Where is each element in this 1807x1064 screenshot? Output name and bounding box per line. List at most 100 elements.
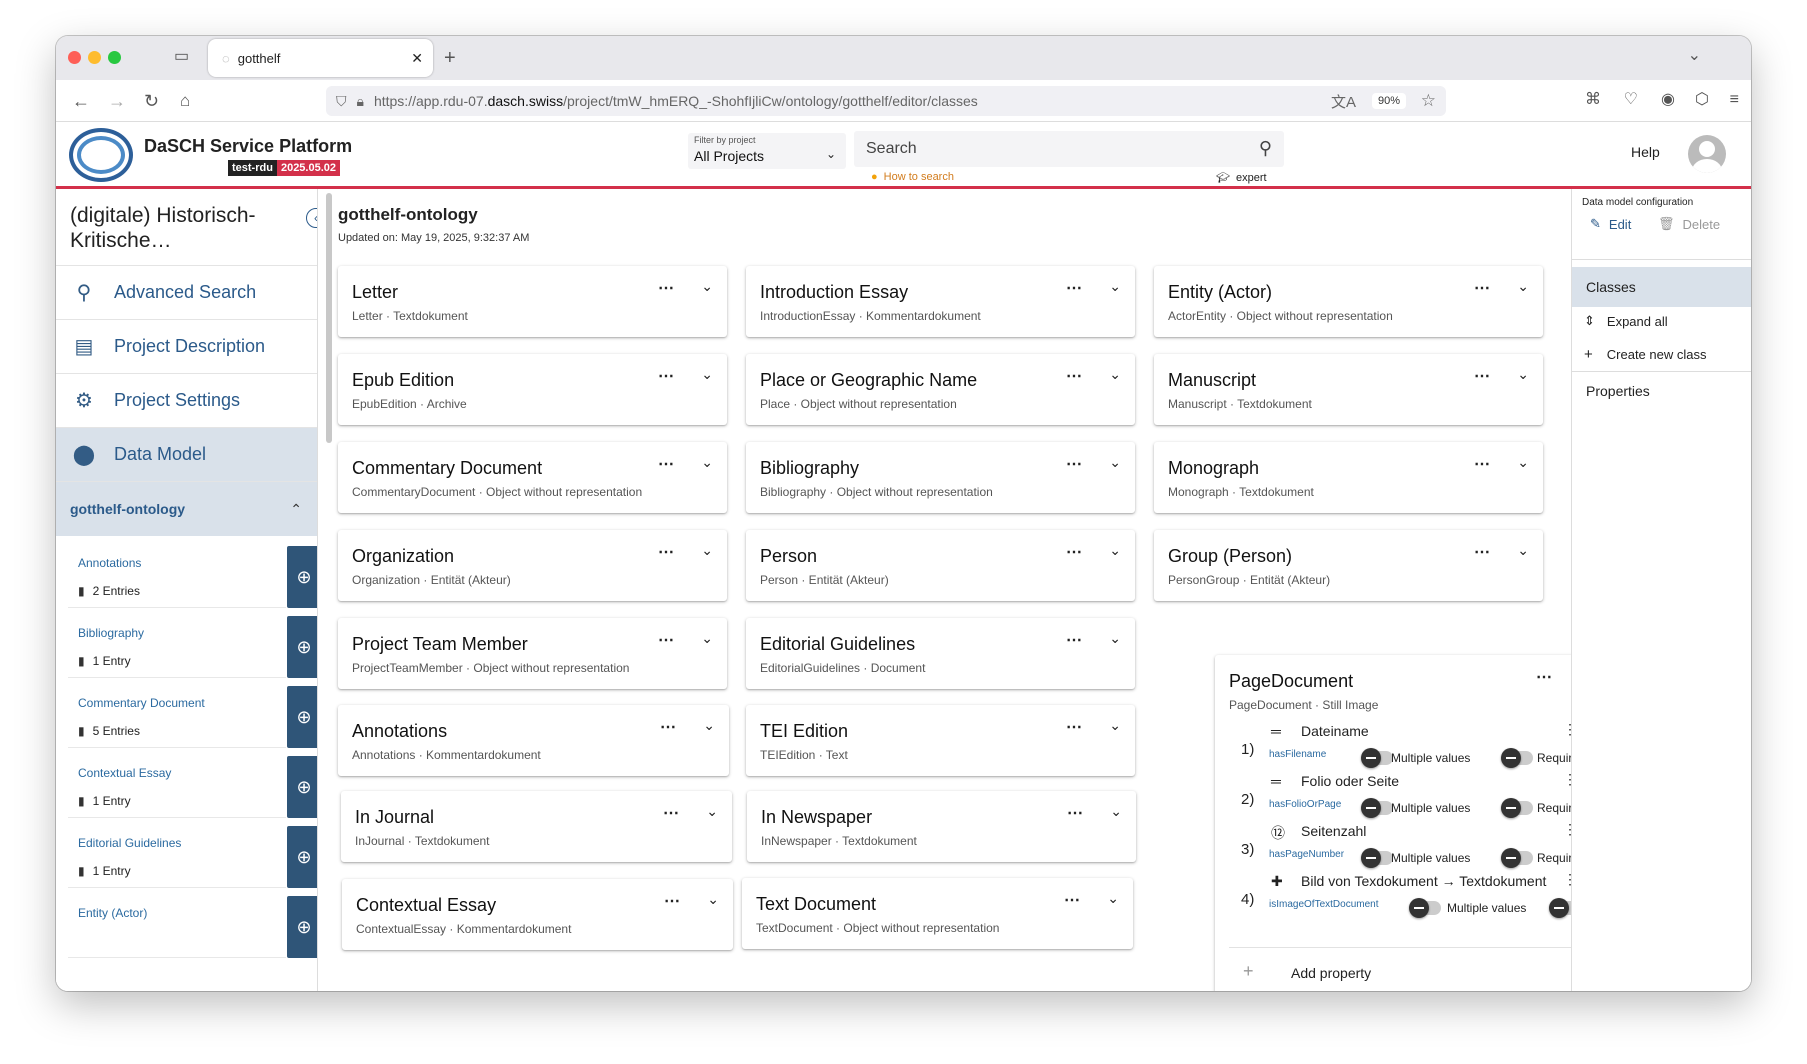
search-icon[interactable]: ⚲ — [1259, 138, 1272, 159]
dasch-logo-icon[interactable] — [69, 128, 133, 182]
class-card[interactable]: Monograph Monograph · Textdokument ⋯ ⌄ — [1154, 442, 1543, 513]
add-instance-button[interactable]: ⊕ — [287, 686, 317, 748]
class-card[interactable]: Letter Letter · Textdokument ⋯ ⌄ — [338, 266, 727, 337]
class-card[interactable]: Entity (Actor) ActorEntity · Object witho… — [1154, 266, 1543, 337]
chevron-down-icon[interactable]: ⌄ — [1109, 278, 1121, 295]
more-options-icon[interactable]: ⋯ — [658, 366, 675, 386]
ontology-group[interactable]: gotthelf-ontology ⌃ — [56, 482, 317, 536]
required-toggle[interactable] — [1501, 748, 1533, 768]
chevron-down-icon[interactable]: ⌄ — [701, 630, 713, 647]
chevron-down-icon[interactable]: ⌄ — [701, 542, 713, 559]
translate-icon[interactable]: 文A — [1331, 91, 1356, 112]
minimize-window-button[interactable] — [88, 51, 101, 64]
add-instance-button[interactable]: ⊕ — [287, 826, 317, 888]
collapse-sidebar-icon[interactable]: ‹ — [306, 208, 317, 228]
more-options-icon[interactable]: ⋯ — [664, 891, 681, 911]
chevron-down-icon[interactable]: ⌄ — [1109, 542, 1121, 559]
class-card[interactable]: Organization Organization · Entität (Akte… — [338, 530, 727, 601]
more-options-icon[interactable]: ⋯ — [1066, 278, 1083, 298]
more-options-icon[interactable]: ⋯ — [1474, 366, 1491, 386]
expert-search-link[interactable]: 🎓︎ expert — [1216, 171, 1267, 185]
entry-contextual-essay[interactable]: Contextual Essay ▮ 1 Entry ⊕ — [68, 756, 317, 818]
tab-overview-icon[interactable]: ▭ — [174, 49, 189, 65]
class-card[interactable]: Person Person · Entität (Akteur) ⋯ ⌄ — [746, 530, 1135, 601]
chevron-down-icon[interactable]: ⌄ — [1517, 366, 1529, 383]
more-options-icon[interactable]: ⋯ — [1066, 454, 1083, 474]
chevron-down-icon[interactable]: ⌄ — [701, 366, 713, 383]
nav-data-model[interactable]: ⬤ Data Model — [56, 428, 317, 482]
class-card[interactable]: Group (Person) PersonGroup · Entität (Akt… — [1154, 530, 1543, 601]
class-card[interactable]: TEI Edition TEIEdition · Text ⋯ ⌄ — [746, 705, 1135, 776]
chevron-down-icon[interactable]: ⌄ — [1107, 890, 1119, 907]
shield-icon[interactable]: ⛉ — [336, 93, 347, 110]
nav-advanced-search[interactable]: ⚲ Advanced Search — [56, 266, 317, 320]
properties-tab[interactable]: Properties — [1586, 383, 1650, 399]
class-card-pagedocument[interactable]: PageDocument PageDocument · Still Image … — [1215, 655, 1605, 991]
chevron-down-icon[interactable]: ⌄ — [707, 891, 719, 908]
class-card[interactable]: Commentary Document CommentaryDocument · … — [338, 442, 727, 513]
reload-icon[interactable]: ↻ — [144, 92, 159, 110]
menu-icon[interactable]: ≡ — [1730, 92, 1739, 108]
new-tab-icon[interactable]: + — [444, 48, 456, 68]
class-card[interactable]: Annotations Annotations · Kommentardokume… — [338, 705, 729, 776]
chevron-down-icon[interactable]: ⌄ — [1517, 454, 1529, 471]
brand-title[interactable]: DaSCH Service Platform — [144, 136, 352, 157]
chevron-down-icon[interactable]: ⌄ — [1109, 630, 1121, 647]
back-icon[interactable]: ← — [72, 92, 90, 110]
expand-all-button[interactable]: ⇕ Expand all — [1584, 313, 1668, 329]
zoom-level[interactable]: 90% — [1371, 93, 1406, 109]
bookmark-star-icon[interactable]: ☆ — [1421, 91, 1436, 111]
browser-tab[interactable]: ◌ gotthelf ✕ — [208, 39, 433, 77]
entry-bibliography[interactable]: Bibliography ▮ 1 Entry ⊕ — [68, 616, 317, 678]
more-options-icon[interactable]: ⋯ — [1067, 803, 1084, 823]
more-options-icon[interactable]: ⋯ — [658, 454, 675, 474]
add-instance-button[interactable]: ⊕ — [287, 896, 317, 958]
extension-icon[interactable]: ⌘ — [1585, 92, 1601, 108]
more-options-icon[interactable]: ⋯ — [1474, 542, 1491, 562]
class-card[interactable]: Editorial Guidelines EditorialGuidelines … — [746, 618, 1135, 689]
chevron-down-icon[interactable]: ⌄ — [701, 278, 713, 295]
entry-annotations[interactable]: Annotations ▮ 2 Entries ⊕ — [68, 546, 317, 608]
property-row[interactable]: 2) ═ Folio oder Seite ⋮ hasFolioOrPage Multip… — [1215, 771, 1586, 823]
class-card[interactable]: Introduction Essay IntroductionEssay · Ko… — [746, 266, 1135, 337]
entry-editorial-guidelines[interactable]: Editorial Guidelines ▮ 1 Entry ⊕ — [68, 826, 317, 888]
class-card[interactable]: Place or Geographic Name Place · Object w… — [746, 354, 1135, 425]
search-input[interactable]: Search ⚲ — [854, 131, 1284, 167]
property-row[interactable]: 1) ═ Dateiname ⋮ hasFilename Multiple values R… — [1215, 721, 1586, 773]
more-options-icon[interactable]: ⋯ — [1066, 630, 1083, 650]
class-card[interactable]: In Journal InJournal · Textdokument ⋯ ⌄ — [341, 791, 732, 862]
tab-list-chevron-icon[interactable]: ⌄ — [1688, 48, 1701, 64]
chevron-down-icon[interactable]: ⌄ — [1110, 803, 1122, 820]
class-card[interactable]: Manuscript Manuscript · Textdokument ⋯ ⌄ — [1154, 354, 1543, 425]
more-options-icon[interactable]: ⋯ — [1066, 366, 1083, 386]
close-tab-icon[interactable]: ✕ — [411, 50, 423, 67]
add-instance-button[interactable]: ⊕ — [287, 756, 317, 818]
more-options-icon[interactable]: ⋯ — [1066, 542, 1083, 562]
more-options-icon[interactable]: ⋯ — [660, 717, 677, 737]
chevron-down-icon[interactable]: ⌄ — [1109, 717, 1121, 734]
multiple-values-toggle[interactable] — [1361, 848, 1393, 868]
forward-icon[interactable]: → — [108, 92, 126, 110]
entry-entity-actor[interactable]: Entity (Actor) ⊕ — [68, 896, 317, 958]
project-filter-select[interactable]: Filter by project All Projects ⌄ — [688, 133, 846, 169]
class-card[interactable]: Contextual Essay ContextualEssay · Kommen… — [342, 879, 733, 950]
delete-button[interactable]: 🗑︎ Delete — [1658, 216, 1720, 232]
required-toggle[interactable] — [1501, 798, 1533, 818]
multiple-values-toggle[interactable] — [1361, 798, 1393, 818]
chevron-down-icon[interactable]: ⌄ — [1109, 454, 1121, 471]
more-options-icon[interactable]: ⋯ — [663, 803, 680, 823]
property-row[interactable]: 3) ⑫ Seitenzahl ⋮ hasPageNumber Multiple valu… — [1215, 821, 1586, 873]
nav-project-settings[interactable]: ⚙ Project Settings — [56, 374, 317, 428]
class-card[interactable]: Epub Edition EpubEdition · Archive ⋯ ⌄ — [338, 354, 727, 425]
pocket-icon[interactable]: ♡ — [1624, 92, 1638, 108]
zoom-window-button[interactable] — [108, 51, 121, 64]
add-instance-button[interactable]: ⊕ — [287, 616, 317, 678]
class-card[interactable]: Text Document TextDocument · Object witho… — [742, 878, 1133, 949]
avatar[interactable] — [1688, 135, 1726, 173]
more-options-icon[interactable]: ⋯ — [658, 542, 675, 562]
multiple-values-toggle[interactable] — [1361, 748, 1393, 768]
close-window-button[interactable] — [68, 51, 81, 64]
more-options-icon[interactable]: ⋯ — [658, 630, 675, 650]
home-icon[interactable]: ⌂ — [180, 92, 190, 109]
chevron-down-icon[interactable]: ⌄ — [701, 454, 713, 471]
